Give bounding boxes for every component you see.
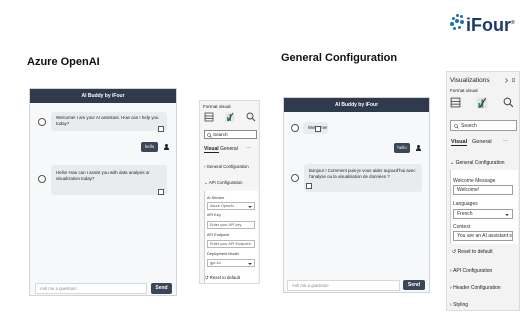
api-key-label: API Key	[207, 213, 221, 217]
tab-visual[interactable]: Visual	[204, 146, 219, 153]
analytics-magnifier-icon[interactable]	[246, 112, 256, 122]
deployment-model-label: Deployment Model	[207, 252, 239, 256]
build-visual-icon[interactable]	[450, 97, 461, 108]
section-general-configuration[interactable]: › General Configuration	[204, 164, 249, 169]
logo-text: iFour®	[466, 15, 515, 35]
format-visual-label: Format visual	[450, 88, 478, 93]
reset-to-default-button[interactable]: ↺ Reset to default	[205, 275, 240, 281]
copy-icon[interactable]	[158, 189, 164, 195]
chat-input[interactable]: Ask me a question!	[35, 283, 147, 294]
copy-icon[interactable]	[315, 126, 321, 132]
format-visual-icon[interactable]	[225, 112, 235, 122]
azure-openai-heading: Azure OpenAI	[27, 56, 100, 68]
section-general-configuration[interactable]: ⌄ General Configuration	[450, 160, 505, 166]
bot-avatar-icon	[291, 124, 299, 132]
visualizations-pane: Visualizations Format visual Search Visu…	[446, 71, 520, 311]
more-options-icon[interactable]: ···	[246, 145, 251, 151]
pin-icon[interactable]	[511, 78, 516, 83]
chat-panel-right: AI Buddy by iFour Welcome! hello Bonjour…	[283, 97, 430, 293]
section-styling[interactable]: › Styling	[450, 302, 468, 308]
ai-service-label: AI Service	[207, 196, 225, 200]
api-endpoint-input[interactable]: Enter your API Endpoint	[207, 240, 255, 248]
welcome-message-input[interactable]: Welcome!	[453, 185, 513, 195]
format-visual-icon[interactable]	[476, 97, 488, 109]
section-header-configuration[interactable]: › Header Configuration	[450, 285, 501, 291]
user-avatar-icon	[416, 145, 421, 151]
section-api-configuration[interactable]: ⌄ API Configuration	[204, 180, 242, 186]
tab-general[interactable]: General	[472, 139, 492, 145]
languages-label: Languages	[453, 201, 478, 207]
search-icon	[207, 133, 212, 138]
deployment-model-select[interactable]: gpt-4o	[207, 259, 255, 267]
general-configuration-heading: General Configuration	[281, 52, 398, 64]
send-button[interactable]: Send	[403, 280, 425, 290]
bot-message: Hello! How can I assist you with data an…	[51, 165, 167, 195]
visualizations-title: Visualizations	[450, 77, 490, 84]
bot-message: Welcome! I am your AI assistant. How can…	[51, 112, 167, 131]
search-input[interactable]: Search	[450, 120, 517, 131]
languages-select[interactable]: French	[453, 209, 513, 219]
copy-icon[interactable]	[158, 126, 164, 132]
welcome-message-label: Welcome Message	[453, 178, 496, 184]
chat-input[interactable]: Ask me a question!	[287, 280, 400, 291]
user-message: hello	[141, 142, 158, 152]
send-button[interactable]: Send	[151, 283, 172, 294]
format-visual-title: Format visual	[203, 104, 231, 109]
chevron-right-icon[interactable]	[504, 78, 509, 83]
api-key-input[interactable]: Enter your API key	[207, 221, 255, 229]
bot-avatar-icon	[291, 174, 299, 182]
copy-icon[interactable]	[306, 183, 312, 189]
format-pane-left: Format visual Search Visual General ··· …	[199, 100, 260, 284]
user-message: hello	[394, 143, 410, 153]
context-label: Context	[453, 224, 471, 230]
chat-header: AI Buddy by iFour	[30, 89, 176, 103]
bot-avatar-icon	[38, 175, 46, 183]
chat-panel-left: AI Buddy by iFour Welcome! I am your AI …	[29, 88, 177, 296]
build-visual-icon[interactable]	[204, 112, 214, 122]
search-input[interactable]: Search	[204, 130, 257, 139]
more-options-icon[interactable]: ···	[503, 138, 509, 144]
api-endpoint-label: API Endpoint	[207, 233, 230, 237]
tab-general[interactable]: General	[220, 146, 238, 152]
section-api-configuration[interactable]: › API Configuration	[450, 268, 492, 274]
user-avatar-icon	[164, 144, 169, 150]
context-input[interactable]: You are an AI assistant sp	[453, 231, 513, 241]
search-icon	[454, 124, 459, 129]
bot-message: Bonjour ! Comment puis-je vous aider auj…	[304, 164, 422, 192]
chat-header: AI Buddy by iFour	[284, 98, 429, 112]
reset-to-default-button[interactable]: ↺ Reset to default	[452, 249, 493, 255]
ifour-logo: iFour®	[450, 14, 526, 40]
analytics-magnifier-icon[interactable]	[503, 97, 514, 108]
bot-avatar-icon	[38, 118, 46, 126]
tab-visual[interactable]: Visual	[451, 139, 468, 146]
ai-service-select[interactable]: Azure OpenAI	[207, 202, 255, 210]
